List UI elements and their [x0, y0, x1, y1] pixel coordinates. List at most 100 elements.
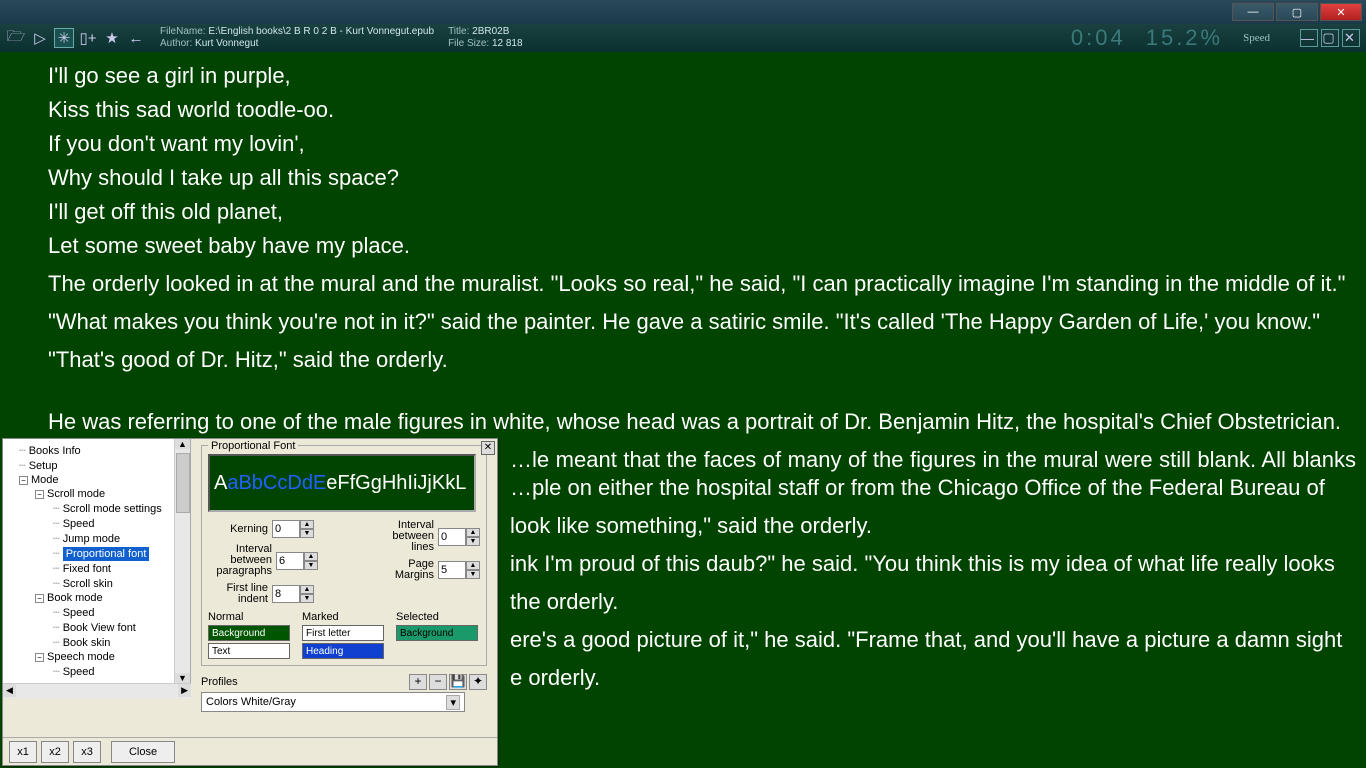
- speed-label: Speed: [1243, 32, 1270, 44]
- normal-header: Normal: [208, 611, 290, 623]
- poem-line: Kiss this sad world toodle-oo.: [48, 96, 1356, 124]
- tree-item-speed[interactable]: ┄ Speed: [5, 516, 188, 531]
- collapse-icon[interactable]: −: [35, 653, 44, 662]
- paragraph: …le meant that the faces of many of the …: [510, 446, 1356, 502]
- spinner-down-icon[interactable]: ▼: [466, 537, 480, 546]
- tree-item-jump-mode[interactable]: ┄ Jump mode: [5, 531, 188, 546]
- profile-remove-button[interactable]: −: [429, 674, 447, 690]
- profiles-label: Profiles: [201, 676, 238, 688]
- tree-item-books-info[interactable]: ┄ Books Info: [5, 443, 188, 458]
- window-maximize-button[interactable]: ▢: [1276, 3, 1318, 21]
- spinner-down-icon[interactable]: ▼: [304, 561, 318, 570]
- mini-minimize-icon[interactable]: —: [1300, 29, 1318, 47]
- first-line-indent-input[interactable]: [272, 585, 300, 603]
- close-button[interactable]: Close: [111, 741, 175, 763]
- window-close-button[interactable]: ✕: [1320, 3, 1362, 21]
- author-value: Kurt Vonnegut: [195, 38, 258, 49]
- open-file-icon[interactable]: 🗁: [6, 28, 26, 48]
- spinner-up-icon[interactable]: ▲: [466, 528, 480, 537]
- collapse-icon[interactable]: −: [35, 594, 44, 603]
- poem-line: Let some sweet baby have my place.: [48, 232, 1356, 260]
- mini-window-icon[interactable]: ▢: [1321, 29, 1339, 47]
- title-label: Title:: [448, 26, 469, 37]
- tree-item-scroll-settings[interactable]: ┄ Scroll mode settings: [5, 501, 188, 516]
- tree-item-mode[interactable]: −Mode: [5, 473, 188, 487]
- paragraph: ink I'm proud of this daub?" he said. "Y…: [510, 550, 1356, 578]
- paragraph: "What makes you think you're not in it?"…: [48, 308, 1356, 336]
- play-icon[interactable]: ▷: [30, 28, 50, 48]
- bookmark-add-icon[interactable]: ▯+: [78, 28, 98, 48]
- tree-item-scroll-mode[interactable]: −Scroll mode: [5, 487, 188, 501]
- spinner-up-icon[interactable]: ▲: [300, 585, 314, 594]
- tree-item-scroll-skin[interactable]: ┄ Scroll skin: [5, 576, 188, 591]
- settings-tree[interactable]: ┄ Books Info ┄ Setup −Mode −Scroll mode …: [3, 439, 191, 683]
- spinner-down-icon[interactable]: ▼: [300, 594, 314, 603]
- zoom-x3-button[interactable]: x3: [73, 741, 101, 763]
- title-value: 2BR02B: [472, 26, 509, 37]
- tree-item-book-view-font[interactable]: ┄ Book View font: [5, 620, 188, 635]
- page-margins-label: Page Margins: [374, 559, 434, 581]
- filesize-value: 12 818: [492, 38, 523, 49]
- tree-item-setup[interactable]: ┄ Setup: [5, 458, 188, 473]
- spinner-up-icon[interactable]: ▲: [300, 520, 314, 529]
- spinner-down-icon[interactable]: ▼: [466, 570, 480, 579]
- profile-save-button[interactable]: 💾: [449, 674, 467, 690]
- poem-line: I'll go see a girl in purple,: [48, 62, 1356, 90]
- collapse-icon[interactable]: −: [19, 476, 28, 485]
- dialog-close-button[interactable]: ✕: [481, 441, 495, 455]
- back-icon[interactable]: ←: [126, 28, 146, 48]
- zoom-x2-button[interactable]: x2: [41, 741, 69, 763]
- poem-line: Why should I take up all this space?: [48, 164, 1356, 192]
- paragraph: He was referring to one of the male figu…: [48, 408, 1356, 436]
- filesize-label: File Size:: [448, 38, 489, 49]
- paragraph: look like something," said the orderly.: [510, 512, 1356, 540]
- tree-item-speed[interactable]: ┄ Speed: [5, 664, 188, 679]
- interval-paragraphs-label: Interval between paragraphs: [208, 544, 272, 577]
- settings-panel: Proportional Font AaBbCcDdEeFfGgHhIiJjKk…: [191, 439, 497, 737]
- tree-item-speed[interactable]: ┄ Speed: [5, 605, 188, 620]
- selected-background-swatch[interactable]: Background: [396, 625, 478, 641]
- page-margins-input[interactable]: [438, 561, 466, 579]
- zoom-x1-button[interactable]: x1: [9, 741, 37, 763]
- scrollbar-thumb[interactable]: [176, 453, 190, 513]
- favorite-icon[interactable]: ★: [102, 28, 122, 48]
- normal-text-swatch[interactable]: Text: [208, 643, 290, 659]
- filename-label: FileName:: [160, 26, 206, 37]
- tree-horizontal-scrollbar[interactable]: [3, 683, 191, 699]
- kerning-input[interactable]: [272, 520, 300, 538]
- panel-legend: Proportional Font: [208, 440, 298, 452]
- collapse-icon[interactable]: −: [35, 490, 44, 499]
- tree-item-fixed-font[interactable]: ┄ Fixed font: [5, 561, 188, 576]
- tree-vertical-scrollbar[interactable]: [174, 439, 190, 683]
- profile-settings-button[interactable]: ✦: [469, 674, 487, 690]
- spinner-up-icon[interactable]: ▲: [466, 561, 480, 570]
- paragraph: e orderly.: [510, 664, 1356, 692]
- spinner-up-icon[interactable]: ▲: [304, 552, 318, 561]
- profile-add-button[interactable]: +: [409, 674, 427, 690]
- elapsed-time: 0:04: [1071, 25, 1126, 51]
- marked-heading-swatch[interactable]: Heading: [302, 643, 384, 659]
- poem-line: If you don't want my lovin',: [48, 130, 1356, 158]
- settings-icon[interactable]: ✳: [54, 28, 74, 48]
- paragraph: The orderly looked in at the mural and t…: [10, 270, 1356, 298]
- poem-line: I'll get off this old planet,: [48, 198, 1356, 226]
- interval-lines-label: Interval between lines: [374, 520, 434, 553]
- paragraph: "That's good of Dr. Hitz," said the orde…: [48, 346, 1356, 374]
- normal-background-swatch[interactable]: Background: [208, 625, 290, 641]
- profiles-dropdown[interactable]: Colors White/Gray: [201, 692, 465, 712]
- kerning-label: Kerning: [208, 524, 268, 535]
- progress-percent: 15.2%: [1146, 25, 1223, 51]
- interval-lines-input[interactable]: [438, 528, 466, 546]
- marked-first-letter-swatch[interactable]: First letter: [302, 625, 384, 641]
- spinner-down-icon[interactable]: ▼: [300, 529, 314, 538]
- dialog-footer: x1 x2 x3 Close: [3, 737, 497, 765]
- mini-close-icon[interactable]: ✕: [1342, 29, 1360, 47]
- window-titlebar: — ▢ ✕: [0, 0, 1366, 24]
- settings-dialog: ✕ ┄ Books Info ┄ Setup −Mode −Scroll mod…: [2, 438, 498, 766]
- tree-item-book-mode[interactable]: −Book mode: [5, 591, 188, 605]
- tree-item-proportional-font[interactable]: ┄ Proportional font: [5, 546, 188, 561]
- interval-paragraphs-input[interactable]: [276, 552, 304, 570]
- tree-item-book-skin[interactable]: ┄ Book skin: [5, 635, 188, 650]
- tree-item-speech-mode[interactable]: −Speech mode: [5, 650, 188, 664]
- window-minimize-button[interactable]: —: [1232, 3, 1274, 21]
